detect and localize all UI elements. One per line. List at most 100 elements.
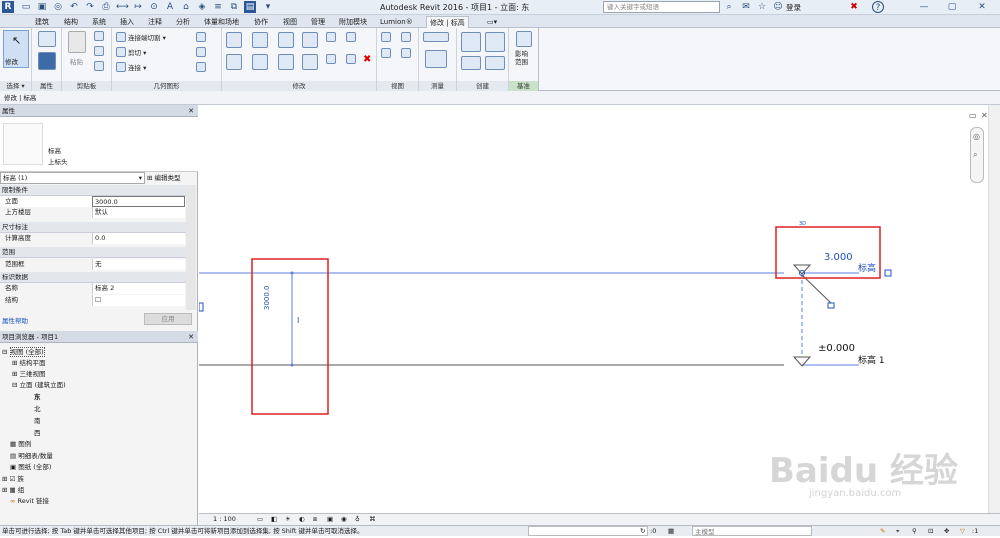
select-by-face-icon[interactable]: ⊡ [928,526,933,537]
aligned-dimension-icon[interactable] [425,50,447,68]
worksets-icon[interactable]: ↻ [640,526,645,537]
select-links-icon[interactable]: ✎ [880,526,885,537]
section-icon[interactable]: ◈ [196,1,208,13]
level-1-name[interactable]: 标高 1 [858,353,885,366]
move-icon[interactable] [226,54,242,70]
workset-selector[interactable] [528,526,648,536]
tree-item-3d-views[interactable]: ⊞ 三维视图 [12,369,46,379]
propagate-extents-icon[interactable] [516,31,532,47]
filter-icon[interactable]: ▽ [960,526,965,537]
properties-help-link[interactable]: 属性帮助 [2,315,28,325]
cut-label[interactable]: 剪切 ▾ [128,47,146,57]
cut-join-label[interactable]: 连接端切割 ▾ [128,32,166,42]
search-icon[interactable]: ⌕ [723,1,735,13]
exchange-apps-icon[interactable]: ✖ [848,1,860,13]
tree-item-groups[interactable]: ⊞ ▦ 组 [2,485,24,495]
shadows-icon[interactable]: ◐ [299,514,305,525]
properties-scrollbar[interactable] [186,185,196,310]
close-view-icon[interactable]: ✕ [981,111,988,120]
rotate-icon[interactable] [278,54,294,70]
steeringwheel-icon[interactable]: ◎ [973,132,980,141]
tab-annotate[interactable]: 注释 [145,16,165,28]
tab-modify-level[interactable]: 修改 | 标高 [426,16,469,28]
cope-icon[interactable] [116,32,126,42]
tree-item-structural-plans[interactable]: ⊞ 结构平面 [12,358,46,368]
tab-addins[interactable]: 附加模块 [336,16,370,28]
tree-item-revit-links[interactable]: ∞ Revit 链接 [10,496,49,506]
tree-item-legends[interactable]: ▦ 图例 [10,439,31,449]
tab-massing-site[interactable]: 体量和场地 [201,16,242,28]
close-hidden-icon[interactable]: ⧉ [228,1,240,13]
trim-extend-icon[interactable] [302,54,318,70]
group-label-select[interactable]: 选择 ▾ [0,81,31,91]
tree-item-families[interactable]: ⊞ ☑ 族 [2,474,24,484]
demolish-icon[interactable] [196,62,206,72]
structural-checkbox[interactable]: ☐ [92,295,185,306]
cut-geometry-icon[interactable] [116,47,126,57]
tab-systems[interactable]: 系统 [89,16,109,28]
temporary-hide-icon[interactable]: ◉ [341,514,347,525]
scale-icon[interactable] [346,54,356,64]
tree-item-elevations[interactable]: ⊟ 立面 (建筑立面) [12,380,66,390]
hide-icon[interactable] [381,32,391,42]
switch-windows-icon[interactable]: ▤ [244,1,256,13]
trim-icon[interactable] [346,32,356,42]
type-selector-preview[interactable]: 标高 上标头 [0,117,198,172]
paste-icon[interactable] [68,31,86,53]
dimension-value[interactable]: 3000.0 [263,286,271,311]
communication-icon[interactable]: ☆ [756,1,768,13]
zoom-icon[interactable]: ⌕ [973,150,977,160]
tab-overflow-icon[interactable]: ▭▾ [484,16,500,28]
customize-toolbar-icon[interactable]: ▾ [262,1,274,13]
split-icon[interactable] [326,32,336,42]
user-icon[interactable]: ☺ [772,1,784,13]
lock-icon[interactable] [199,302,204,312]
visual-style-icon[interactable]: ◧ [271,514,277,525]
maximize-icon[interactable]: ▢ [946,1,958,13]
view-range-icon[interactable] [401,48,411,58]
measure-distance-icon[interactable] [423,32,449,42]
tree-item-schedules[interactable]: ▤ 明细表/数量 [10,451,53,461]
override-icon[interactable] [401,32,411,42]
level-2-name[interactable]: 标高 [858,261,876,274]
linework-icon[interactable] [381,48,391,58]
print-icon[interactable]: ⎙ [100,1,112,13]
crop-view-icon[interactable]: ⧈ [313,514,317,525]
navigation-bar[interactable]: ◎ ⌕ [970,127,984,183]
story-above-field[interactable]: 默认 [92,207,185,218]
type-properties-icon[interactable] [38,52,56,70]
tab-view[interactable]: 视图 [280,16,300,28]
view-scale[interactable]: 1 : 100 [213,514,236,525]
category-constraints[interactable]: 限制条件 [0,185,186,196]
tab-structure[interactable]: 结构 [61,16,81,28]
paint-icon[interactable] [196,47,206,57]
search-input[interactable]: 键入关键字或短语 [603,1,720,13]
close-icon[interactable]: ✕ [976,1,988,13]
sun-path-icon[interactable]: ☀ [285,514,291,525]
copy-icon[interactable] [94,46,104,56]
array-icon[interactable] [326,54,336,64]
sync-icon[interactable]: ◎ [52,1,64,13]
create-similar-icon[interactable] [485,56,505,70]
detail-level-icon[interactable]: ▭ [257,514,263,525]
tree-item-south[interactable]: 南 [34,416,41,426]
select-underlay-icon[interactable]: ⌖ [896,526,900,537]
tab-lumion[interactable]: Lumion® [377,16,416,28]
computed-height-field[interactable]: 0.0 [92,233,185,244]
elevation-field[interactable]: 3000.0 [92,196,185,207]
app-menu-button[interactable]: R [2,1,14,13]
modify-button[interactable]: ↖ 修改 [3,30,29,68]
category-extents[interactable]: 范围 [0,247,186,258]
editable-only-icon[interactable]: ▦ [668,526,674,537]
minimize-icon[interactable]: — [918,1,930,13]
split-face-icon[interactable] [196,32,206,42]
analytical-model-icon[interactable]: ⌘ [369,514,376,525]
drag-on-selection-icon[interactable]: ✥ [944,526,949,537]
undo-icon[interactable]: ↶ [68,1,80,13]
match-type-icon[interactable] [94,61,104,71]
login-label[interactable]: 登录 [786,2,801,13]
level-2-show-head-checkbox[interactable] [884,269,892,277]
help-button[interactable]: ? [872,1,884,13]
create-assembly-icon[interactable] [461,32,481,52]
redo-icon[interactable]: ↷ [84,1,96,13]
